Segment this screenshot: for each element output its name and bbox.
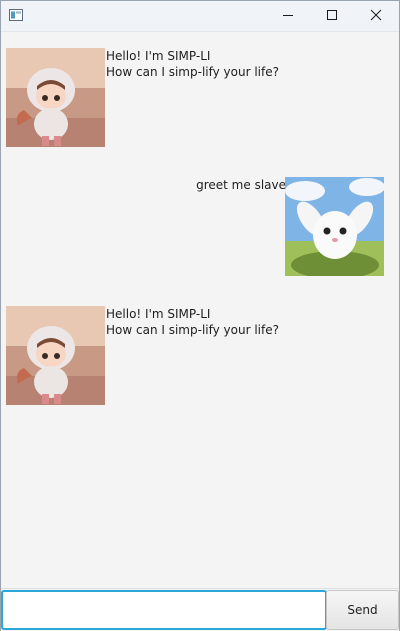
chibi-girl-avatar bbox=[6, 48, 105, 147]
chat-dialog-container[interactable]: Hello! I'm SIMP-LI How can I simp-lify y… bbox=[1, 32, 399, 587]
bot-message-line: How can I simp-lify your life? bbox=[106, 323, 279, 337]
bot-message-line: How can I simp-lify your life? bbox=[106, 65, 279, 79]
send-button[interactable]: Send bbox=[326, 590, 399, 630]
window-app-icon bbox=[9, 9, 23, 21]
maximize-button[interactable] bbox=[309, 1, 355, 31]
bot-message-line: Hello! I'm SIMP-LI bbox=[106, 307, 211, 321]
input-bar: Send bbox=[1, 588, 399, 631]
user-dialog-box: greet me slave bbox=[1, 162, 399, 292]
bunny-avatar bbox=[285, 177, 384, 276]
title-bar[interactable] bbox=[1, 1, 399, 32]
maximize-icon bbox=[326, 9, 338, 24]
close-button[interactable] bbox=[353, 1, 399, 31]
user-message-line: greet me slave bbox=[196, 178, 286, 192]
bot-message-line: Hello! I'm SIMP-LI bbox=[106, 49, 211, 63]
bot-dialog-box: Hello! I'm SIMP-LI How can I simp-lify y… bbox=[1, 292, 399, 422]
message-input[interactable] bbox=[1, 590, 327, 630]
bot-dialog-box: Hello! I'm SIMP-LI How can I simp-lify y… bbox=[1, 32, 399, 162]
minimize-button[interactable] bbox=[265, 1, 311, 31]
minimize-icon bbox=[282, 9, 294, 24]
chibi-girl-avatar bbox=[6, 306, 105, 405]
app-window: Hello! I'm SIMP-LI How can I simp-lify y… bbox=[0, 0, 400, 631]
close-icon bbox=[370, 9, 382, 24]
